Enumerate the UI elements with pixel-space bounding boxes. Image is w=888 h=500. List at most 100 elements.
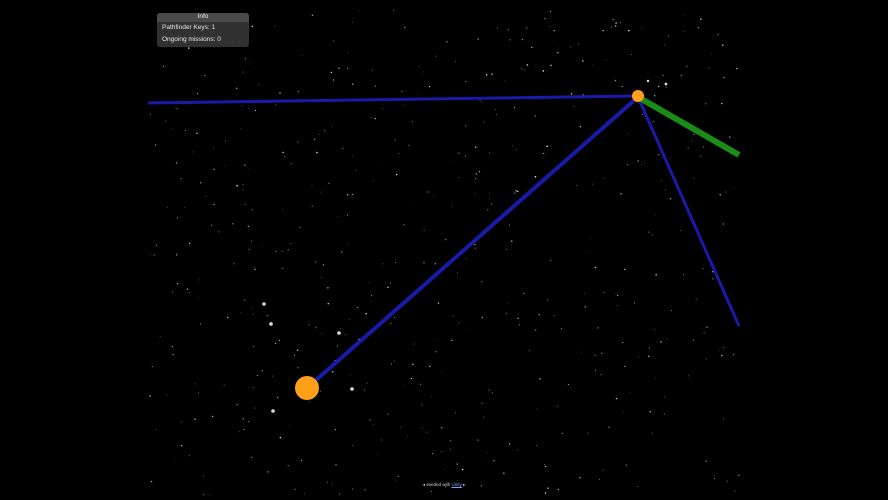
star: [485, 74, 488, 76]
star: [375, 85, 377, 87]
star-map[interactable]: [0, 0, 888, 500]
star: [587, 432, 589, 434]
planet-large[interactable]: [295, 376, 319, 400]
star: [297, 141, 299, 143]
star: [403, 384, 404, 386]
game-viewport[interactable]: Info Pathfinder Keys: 1 Ongoing missions…: [0, 0, 888, 500]
star: [651, 432, 653, 434]
star: [454, 412, 456, 414]
star: [274, 26, 276, 27]
star: [408, 144, 410, 146]
star: [330, 125, 332, 127]
star: [506, 313, 508, 315]
star: [719, 193, 721, 196]
star: [478, 170, 481, 173]
pathfinder-keys-row: Pathfinder Keys: 1: [162, 24, 215, 32]
star: [188, 292, 190, 294]
star: [614, 25, 617, 27]
footer-suffix: ▸: [463, 482, 466, 487]
star: [597, 327, 599, 329]
star: [553, 315, 555, 317]
star: [465, 125, 467, 127]
star: [394, 139, 396, 141]
star: [149, 113, 151, 115]
star: [703, 332, 705, 334]
star: [154, 144, 157, 146]
star: [549, 259, 552, 261]
star: [587, 251, 588, 252]
star: [363, 389, 366, 391]
star: [196, 93, 198, 95]
star: [474, 247, 476, 249]
star: [346, 214, 349, 216]
star: [334, 429, 337, 431]
star: [653, 94, 656, 97]
star: [281, 267, 284, 270]
star: [435, 351, 437, 353]
star: [430, 396, 432, 398]
star: [528, 350, 530, 352]
star: [687, 375, 690, 377]
star: [648, 355, 650, 357]
star: [213, 168, 215, 170]
star: [347, 52, 349, 53]
star: [693, 339, 695, 341]
star: [352, 22, 353, 23]
moon[interactable]: [271, 409, 275, 413]
star: [242, 71, 244, 73]
star: [410, 377, 413, 380]
star: [364, 489, 366, 491]
star: [411, 121, 413, 123]
star: [669, 158, 671, 159]
planet-small[interactable]: [632, 90, 644, 102]
star: [441, 370, 442, 372]
moon[interactable]: [646, 79, 650, 83]
star: [451, 339, 453, 342]
moon[interactable]: [664, 82, 668, 86]
star: [431, 491, 432, 493]
star: [526, 64, 529, 66]
star: [503, 472, 505, 474]
star: [719, 349, 720, 351]
star: [213, 203, 215, 206]
star: [327, 302, 330, 305]
star: [250, 240, 253, 242]
star: [274, 342, 277, 345]
star: [683, 30, 685, 32]
star: [474, 146, 477, 148]
star: [456, 463, 458, 465]
star: [521, 68, 523, 70]
star: [395, 173, 398, 176]
route-line-southwest: [305, 95, 640, 390]
star: [346, 68, 348, 70]
star: [238, 431, 240, 432]
star: [163, 65, 165, 67]
star: [496, 27, 498, 29]
star: [197, 392, 200, 394]
starfield: [149, 9, 740, 496]
star: [444, 468, 445, 470]
star: [387, 413, 389, 415]
star: [434, 338, 436, 340]
moon[interactable]: [262, 302, 266, 306]
star: [449, 439, 452, 442]
star: [287, 249, 289, 251]
star: [660, 180, 662, 181]
moon[interactable]: [337, 331, 341, 335]
star: [695, 298, 697, 300]
star: [624, 268, 626, 271]
star: [705, 103, 707, 105]
star: [294, 488, 296, 490]
moon[interactable]: [350, 387, 354, 391]
moon[interactable]: [269, 322, 273, 326]
star: [558, 46, 560, 48]
star: [578, 43, 580, 45]
star: [237, 433, 238, 435]
star: [248, 420, 250, 423]
star: [297, 366, 299, 369]
star: [477, 439, 479, 441]
star: [184, 207, 186, 208]
star: [251, 25, 254, 28]
footer-link[interactable]: Unity: [452, 482, 462, 487]
star: [372, 424, 374, 426]
